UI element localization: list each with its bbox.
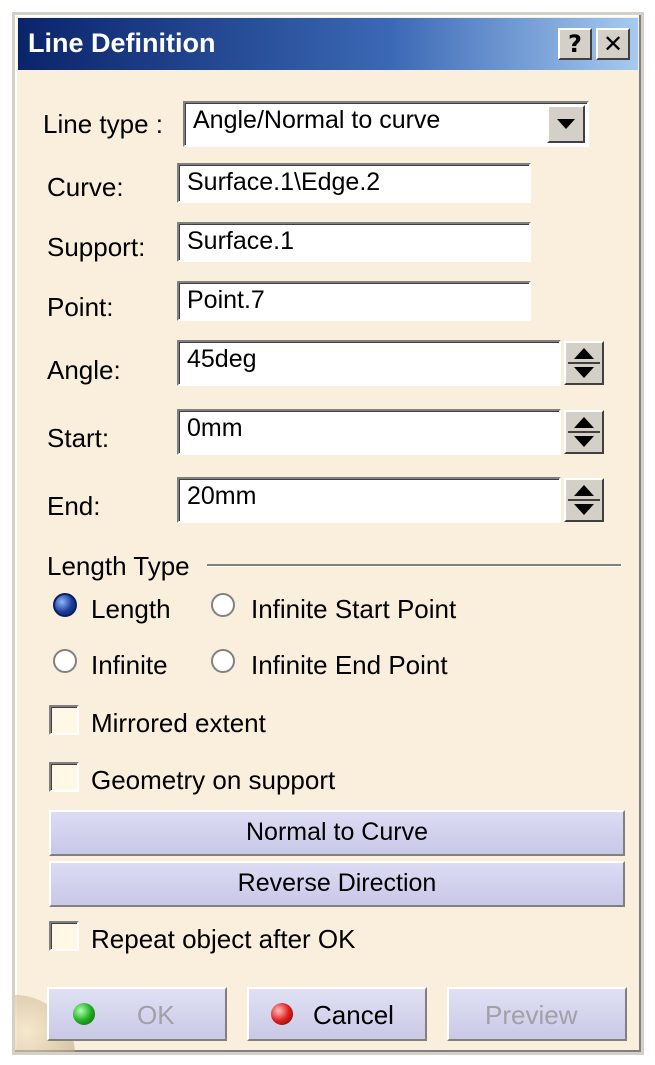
spinner-down-icon [574, 367, 594, 378]
angle-label: Angle: [47, 355, 121, 385]
chevron-down-icon [557, 119, 575, 129]
reverse-direction-button[interactable]: Reverse Direction [49, 861, 625, 907]
length-type-group-label: Length Type [47, 551, 190, 581]
curve-label: Curve: [47, 172, 124, 202]
spinner-down-icon [574, 436, 594, 447]
curve-field[interactable]: Surface.1\Edge.2 [177, 163, 531, 203]
point-field[interactable]: Point.7 [177, 281, 531, 321]
cancel-label: Cancel [313, 1000, 394, 1030]
preview-label: Preview [485, 1000, 578, 1030]
close-button[interactable]: ✕ [596, 28, 630, 60]
support-field[interactable]: Surface.1 [177, 222, 531, 262]
start-value: 0mm [187, 414, 243, 442]
title-bar[interactable]: Line Definition ? ✕ [18, 18, 638, 70]
start-label: Start: [47, 423, 110, 453]
repeat-object-label: Repeat object after OK [91, 924, 356, 954]
close-icon: ✕ [602, 30, 624, 58]
angle-field[interactable]: 45deg [177, 340, 561, 386]
radio-infinite[interactable] [53, 649, 77, 673]
radio-infinite-start-point-label: Infinite Start Point [251, 594, 457, 624]
support-label: Support: [47, 232, 146, 262]
mirrored-extent-label: Mirrored extent [91, 708, 266, 738]
line-definition-dialog: Line Definition ? ✕ Line type : Angle/No… [12, 12, 644, 1055]
dialog-title: Line Definition [28, 28, 216, 58]
normal-to-curve-button[interactable]: Normal to Curve [49, 810, 625, 856]
radio-infinite-end-point[interactable] [211, 649, 235, 673]
geometry-on-support-checkbox[interactable] [49, 762, 79, 792]
preview-button[interactable]: Preview [447, 987, 627, 1041]
start-field[interactable]: 0mm [177, 409, 561, 455]
support-value: Surface.1 [187, 227, 295, 255]
radio-length[interactable] [53, 593, 77, 617]
cancel-button[interactable]: Cancel [247, 987, 427, 1041]
spinner-down-icon [574, 504, 594, 515]
spinner-up-icon [574, 348, 594, 359]
end-value: 20mm [187, 482, 257, 510]
line-type-label: Line type : [43, 109, 163, 139]
ok-label: OK [137, 1000, 175, 1030]
radio-infinite-start-point[interactable] [211, 593, 235, 617]
repeat-object-checkbox[interactable] [49, 921, 79, 951]
point-label: Point: [47, 292, 114, 322]
curve-value: Surface.1\Edge.2 [187, 168, 381, 196]
radio-infinite-end-point-label: Infinite End Point [251, 650, 448, 680]
radio-length-label: Length [91, 594, 171, 624]
help-button[interactable]: ? [558, 28, 592, 60]
green-status-icon [73, 1003, 95, 1025]
point-value: Point.7 [187, 286, 265, 314]
geometry-on-support-label: Geometry on support [91, 765, 336, 795]
dropdown-button[interactable] [547, 105, 585, 143]
angle-spinner[interactable] [564, 341, 604, 385]
end-label: End: [47, 491, 101, 521]
group-divider [207, 564, 621, 567]
spinner-up-icon [574, 485, 594, 496]
mirrored-extent-checkbox[interactable] [49, 705, 79, 735]
line-type-dropdown[interactable]: Angle/Normal to curve [183, 101, 589, 147]
angle-value: 45deg [187, 345, 257, 373]
end-spinner[interactable] [564, 478, 604, 522]
spinner-up-icon [574, 417, 594, 428]
ok-button[interactable]: OK [47, 987, 227, 1041]
line-type-value: Angle/Normal to curve [193, 106, 441, 134]
end-field[interactable]: 20mm [177, 477, 561, 523]
radio-infinite-label: Infinite [91, 650, 168, 680]
help-icon: ? [568, 30, 582, 58]
start-spinner[interactable] [564, 410, 604, 454]
red-status-icon [271, 1003, 293, 1025]
